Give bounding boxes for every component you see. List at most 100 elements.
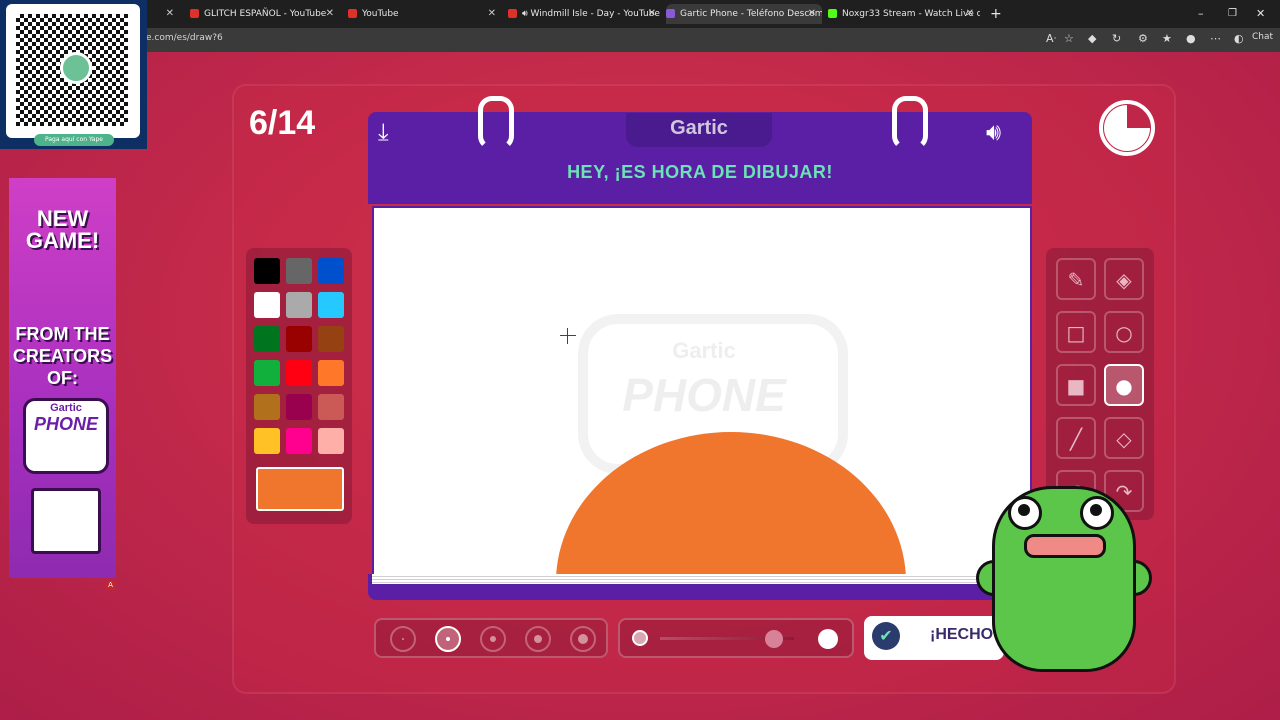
opacity-slider-handle[interactable] (764, 630, 783, 648)
color-swatch[interactable] (286, 258, 312, 284)
tab-title: YouTube (362, 9, 399, 19)
line-tool-icon[interactable]: ╱ (1056, 417, 1096, 459)
restore-icon[interactable]: ❐ (1228, 4, 1237, 24)
download-icon[interactable]: ⤓ (378, 118, 389, 146)
new-tab-button[interactable]: + (990, 4, 1004, 24)
youtube-icon (348, 9, 357, 18)
brush-size-dot (578, 634, 588, 644)
ad-choices-badge[interactable]: A (106, 581, 115, 590)
url-field[interactable]: e.com/es/draw?6 (146, 33, 223, 43)
watermark-text: PHONE (622, 369, 786, 421)
copilot-icon[interactable]: ◐ (1234, 32, 1244, 45)
headline: HEY, ¡ES HORA DE DIBUJAR! (567, 162, 833, 182)
binder-ring-icon (892, 96, 928, 150)
filled-rectangle-tool-icon[interactable]: ■ (1056, 364, 1096, 406)
refresh-extension-icon[interactable]: ↻ (1112, 32, 1121, 45)
close-tab-icon[interactable]: ✕ (966, 4, 974, 24)
color-swatch[interactable] (254, 292, 280, 318)
color-swatch[interactable] (318, 258, 344, 284)
youtube-icon (508, 9, 517, 18)
brush-size-dot (446, 637, 450, 641)
round-counter: 6/14 (249, 104, 316, 142)
current-color-swatch[interactable] (256, 467, 344, 511)
color-swatch[interactable] (286, 292, 312, 318)
youtube-icon (190, 9, 199, 18)
tab-gartic[interactable]: Gartic Phone - Teléfono Descomp ✕ (666, 4, 822, 24)
color-swatch[interactable] (318, 360, 344, 386)
color-swatch[interactable] (286, 326, 312, 352)
ad-line: FROM THE (15, 324, 110, 344)
pencil-tool-icon[interactable]: ✎ (1056, 258, 1096, 300)
speaker-icon[interactable]: 🔊︎ (522, 9, 531, 19)
color-swatch[interactable] (286, 360, 312, 386)
browser-tab-bar: ✕ GLITCH ESPAÑOL - YouTube ✕ YouTube ✕ 🔊︎ … (0, 0, 1280, 28)
tab-title: GLITCH ESPAÑOL - YouTube (204, 9, 327, 19)
tab-partial[interactable]: ✕ (150, 4, 180, 24)
brush-size-dot (534, 635, 542, 643)
eraser-tool-icon[interactable]: ◈ (1104, 258, 1144, 300)
tab-glitch[interactable]: GLITCH ESPAÑOL - YouTube ✕ (190, 4, 340, 24)
notebook-pages (372, 574, 1028, 584)
sound-icon[interactable]: 🔊︎ (986, 118, 1001, 146)
close-window-icon[interactable]: ✕ (1256, 4, 1265, 24)
ad-line: GAME! (25, 228, 100, 253)
read-aloud-icon[interactable]: Aᐧ (1046, 32, 1056, 45)
color-swatch[interactable] (318, 394, 344, 420)
color-swatch[interactable] (286, 428, 312, 454)
qr-caption: Paga aquí con Yape (34, 134, 114, 146)
yape-logo-icon (60, 52, 92, 84)
frog-pupil (1090, 504, 1102, 516)
calendar-illustration-icon (31, 488, 101, 554)
fill-tool-icon[interactable]: ◇ (1104, 417, 1144, 459)
tab-title: Windmill Isle - Day - YouTube (530, 9, 660, 19)
gartic-logo: Gartic (670, 117, 728, 139)
extension-icon[interactable]: ◆ (1088, 32, 1096, 45)
favorite-star-icon[interactable]: ☆ (1064, 32, 1074, 45)
brush-size-dot (402, 638, 404, 640)
tab-kick[interactable]: Noxgr33 Stream - Watch Live on K✕ (828, 4, 980, 24)
tab-windmill[interactable]: 🔊︎ Windmill Isle - Day - YouTube ✕ (508, 4, 662, 24)
color-swatch[interactable] (318, 428, 344, 454)
tab-youtube[interactable]: YouTube ✕ (348, 4, 502, 24)
kick-icon (828, 9, 837, 18)
checkmark-icon: ✔ (872, 622, 900, 650)
close-tab-icon[interactable]: ✕ (648, 4, 656, 24)
close-tab-icon[interactable]: ✕ (166, 4, 174, 24)
color-swatch[interactable] (318, 326, 344, 352)
drawing-canvas[interactable]: Gartic PHONE (372, 206, 1032, 580)
ad-brand-sub: PHONE (33, 414, 98, 434)
binder-ring-icon (478, 96, 514, 150)
favorites-icon[interactable]: ★ (1162, 32, 1172, 45)
extensions-puzzle-icon[interactable]: ⚙ (1138, 32, 1148, 45)
ellipse-tool-icon[interactable]: ○ (1104, 311, 1144, 353)
ad-brand: Gartic (50, 402, 82, 414)
watermark-text: Gartic (672, 338, 736, 363)
color-swatch[interactable] (254, 394, 280, 420)
close-tab-icon[interactable]: ✕ (326, 4, 334, 24)
tab-title: Noxgr33 Stream - Watch Live on K (842, 9, 980, 19)
close-tab-icon[interactable]: ✕ (808, 4, 816, 24)
ad-line: OF: (47, 368, 78, 388)
frog-mouth (1024, 534, 1106, 558)
color-swatch[interactable] (254, 428, 280, 454)
brush-size-dot (490, 636, 496, 642)
chat-button[interactable]: Chat (1252, 32, 1273, 42)
color-swatch[interactable] (286, 394, 312, 420)
filled-ellipse-tool-icon[interactable]: ● (1104, 364, 1144, 406)
opacity-min-icon (632, 630, 648, 646)
ad-banner[interactable]: NEW GAME! FROM THE CREATORS OF: Gartic P… (9, 178, 116, 578)
tab-title: Gartic Phone - Teléfono Descomp (680, 9, 822, 19)
gartic-icon (666, 9, 675, 18)
color-swatch[interactable] (318, 292, 344, 318)
color-swatch[interactable] (254, 360, 280, 386)
timer-icon (1099, 100, 1155, 156)
done-button-label: ¡HECHO (930, 626, 994, 643)
minimize-icon[interactable]: – (1198, 4, 1204, 24)
color-swatch[interactable] (254, 258, 280, 284)
color-swatch[interactable] (254, 326, 280, 352)
rectangle-tool-icon[interactable]: □ (1056, 311, 1096, 353)
close-tab-icon[interactable]: ✕ (488, 4, 496, 24)
more-menu-icon[interactable]: ⋯ (1210, 32, 1221, 45)
profile-avatar-icon[interactable]: ● (1186, 32, 1196, 45)
opacity-max-icon (818, 629, 838, 649)
